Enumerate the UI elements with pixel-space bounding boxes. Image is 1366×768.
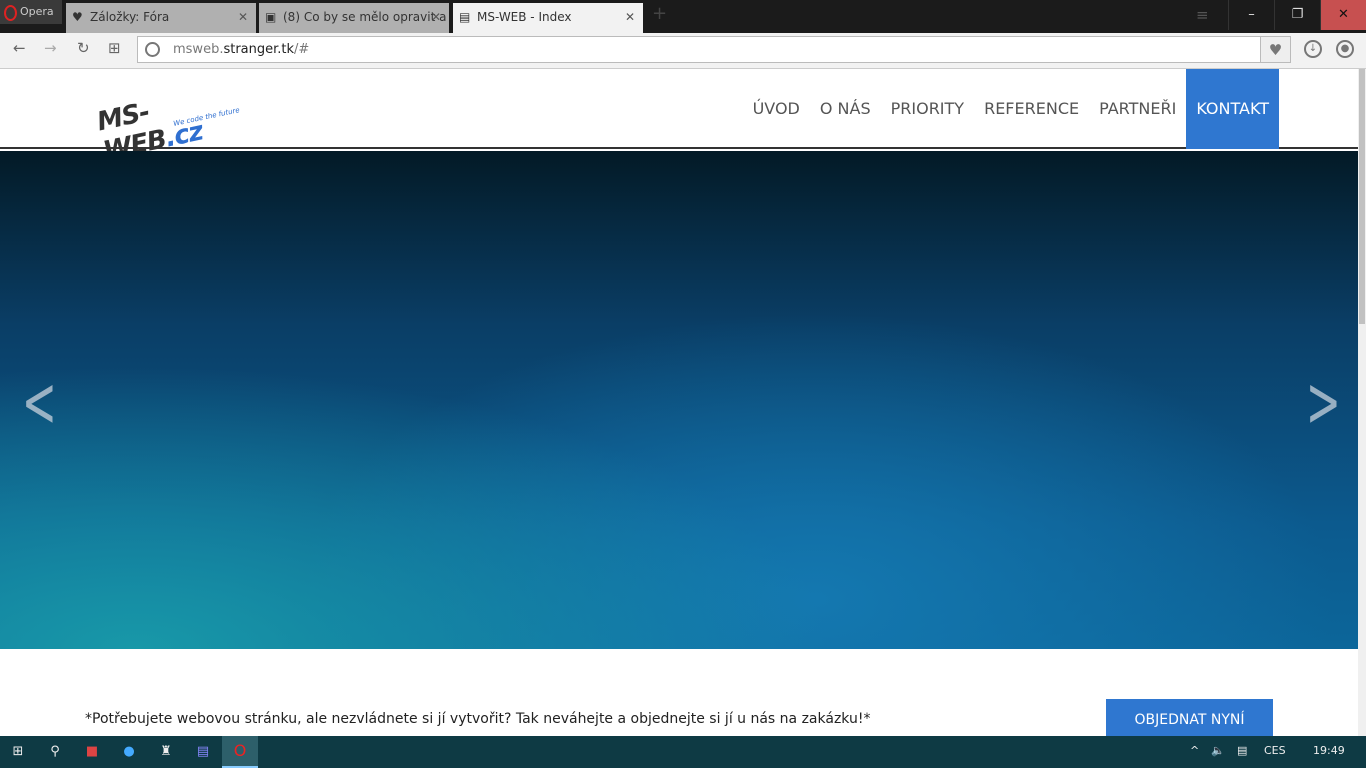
speed-dial-icon[interactable]: ⊞ bbox=[108, 39, 121, 57]
heart-icon: ♥ bbox=[72, 10, 83, 24]
browser-toolbar: ← → ↻ ⊞ msweb.stranger.tk/# ♥ ↓ ● bbox=[0, 33, 1366, 69]
close-tab-icon[interactable]: ✕ bbox=[431, 3, 441, 31]
scrollbar-thumb[interactable] bbox=[1359, 69, 1365, 324]
carousel-next-icon[interactable]: > bbox=[1306, 361, 1341, 443]
app-icon[interactable]: ● bbox=[121, 744, 137, 760]
page-scrollbar[interactable] bbox=[1358, 69, 1366, 736]
title-bar: Opera ♥ Záložky: Fóra ✕ ▣ (8) Co by se mělo… bbox=[0, 0, 1366, 33]
url-domain: stranger.tk bbox=[223, 42, 295, 57]
bookmark-heart-icon[interactable]: ♥ bbox=[1261, 36, 1291, 63]
tray-chevron-icon[interactable]: ^ bbox=[1190, 744, 1199, 757]
windows-taskbar: ⊞ ⚲ ■ ● ♜ ▤ O ^ 🔈 ▤ CES 19:49 bbox=[0, 736, 1366, 768]
site-logo[interactable]: MS-WEB.cz We code the future bbox=[87, 69, 247, 167]
app-icon[interactable]: ■ bbox=[84, 744, 100, 760]
promo-text: *Potřebujete webovou stránku, ale nezvlá… bbox=[85, 711, 871, 727]
menu-uvod[interactable]: ÚVOD bbox=[743, 69, 810, 149]
url-prefix: msweb. bbox=[173, 42, 224, 57]
site-navbar: MS-WEB.cz We code the future ÚVOD O NÁS … bbox=[0, 69, 1358, 167]
computer-icon: ▣ bbox=[265, 10, 277, 24]
tab-msweb[interactable]: ▤ MS-WEB - Index ✕ bbox=[453, 3, 643, 33]
forward-button[interactable]: → bbox=[44, 39, 57, 57]
close-tab-icon[interactable]: ✕ bbox=[625, 3, 635, 31]
clock[interactable]: 19:49 bbox=[1313, 744, 1345, 757]
download-icon[interactable]: ↓ bbox=[1304, 40, 1322, 58]
new-tab-button[interactable]: + bbox=[652, 3, 667, 24]
site-info-icon[interactable] bbox=[145, 42, 160, 57]
tab-menu-icon[interactable]: ≡ bbox=[1196, 6, 1209, 24]
url-path: /# bbox=[294, 42, 310, 57]
carousel-prev-icon[interactable]: < bbox=[22, 361, 57, 443]
opera-taskbar-icon[interactable]: O bbox=[222, 736, 258, 768]
back-button[interactable]: ← bbox=[13, 39, 26, 57]
web-page: MS-WEB.cz We code the future ÚVOD O NÁS … bbox=[0, 69, 1358, 736]
language-indicator[interactable]: CES bbox=[1264, 744, 1286, 757]
search-icon[interactable]: ⚲ bbox=[47, 744, 63, 760]
reload-button[interactable]: ↻ bbox=[77, 39, 90, 57]
notifications-icon[interactable]: ▤ bbox=[1237, 744, 1247, 757]
menu-reference[interactable]: REFERENCE bbox=[974, 69, 1089, 149]
volume-icon[interactable]: 🔈 bbox=[1211, 744, 1225, 757]
tab-title: Záložky: Fóra bbox=[90, 10, 170, 24]
main-menu: ÚVOD O NÁS PRIORITY REFERENCE PARTNEŘI K… bbox=[743, 69, 1279, 149]
restore-button[interactable]: ❐ bbox=[1274, 0, 1320, 30]
menu-o-nas[interactable]: O NÁS bbox=[810, 69, 881, 149]
close-tab-icon[interactable]: ✕ bbox=[238, 3, 248, 31]
account-icon[interactable]: ● bbox=[1336, 40, 1354, 58]
page-icon: ▤ bbox=[459, 10, 471, 24]
menu-kontakt[interactable]: KONTAKT bbox=[1186, 69, 1279, 149]
tab-title: MS-WEB - Index bbox=[477, 10, 572, 24]
order-now-button[interactable]: OBJEDNAT NYNÍ bbox=[1106, 699, 1273, 736]
hero-carousel: < > bbox=[0, 151, 1358, 649]
address-bar[interactable]: msweb.stranger.tk/# bbox=[137, 36, 1261, 63]
minimize-button[interactable]: – bbox=[1228, 0, 1274, 30]
tab-zalozky[interactable]: ♥ Záložky: Fóra ✕ bbox=[66, 3, 256, 33]
opera-menu-button[interactable]: Opera bbox=[0, 0, 62, 24]
windows-start-icon[interactable]: ⊞ bbox=[10, 744, 26, 760]
app-icon[interactable]: ♜ bbox=[158, 744, 174, 760]
tab-title: (8) Co by se mělo opravit a vylepšit bbox=[283, 10, 449, 24]
tab-forum[interactable]: ▣ (8) Co by se mělo opravit a vylepšit✕ bbox=[259, 3, 449, 33]
save-app-icon[interactable]: ▤ bbox=[195, 744, 211, 760]
menu-priority[interactable]: PRIORITY bbox=[881, 69, 974, 149]
close-window-button[interactable]: ✕ bbox=[1320, 0, 1366, 30]
menu-partneri[interactable]: PARTNEŘI bbox=[1089, 69, 1186, 149]
